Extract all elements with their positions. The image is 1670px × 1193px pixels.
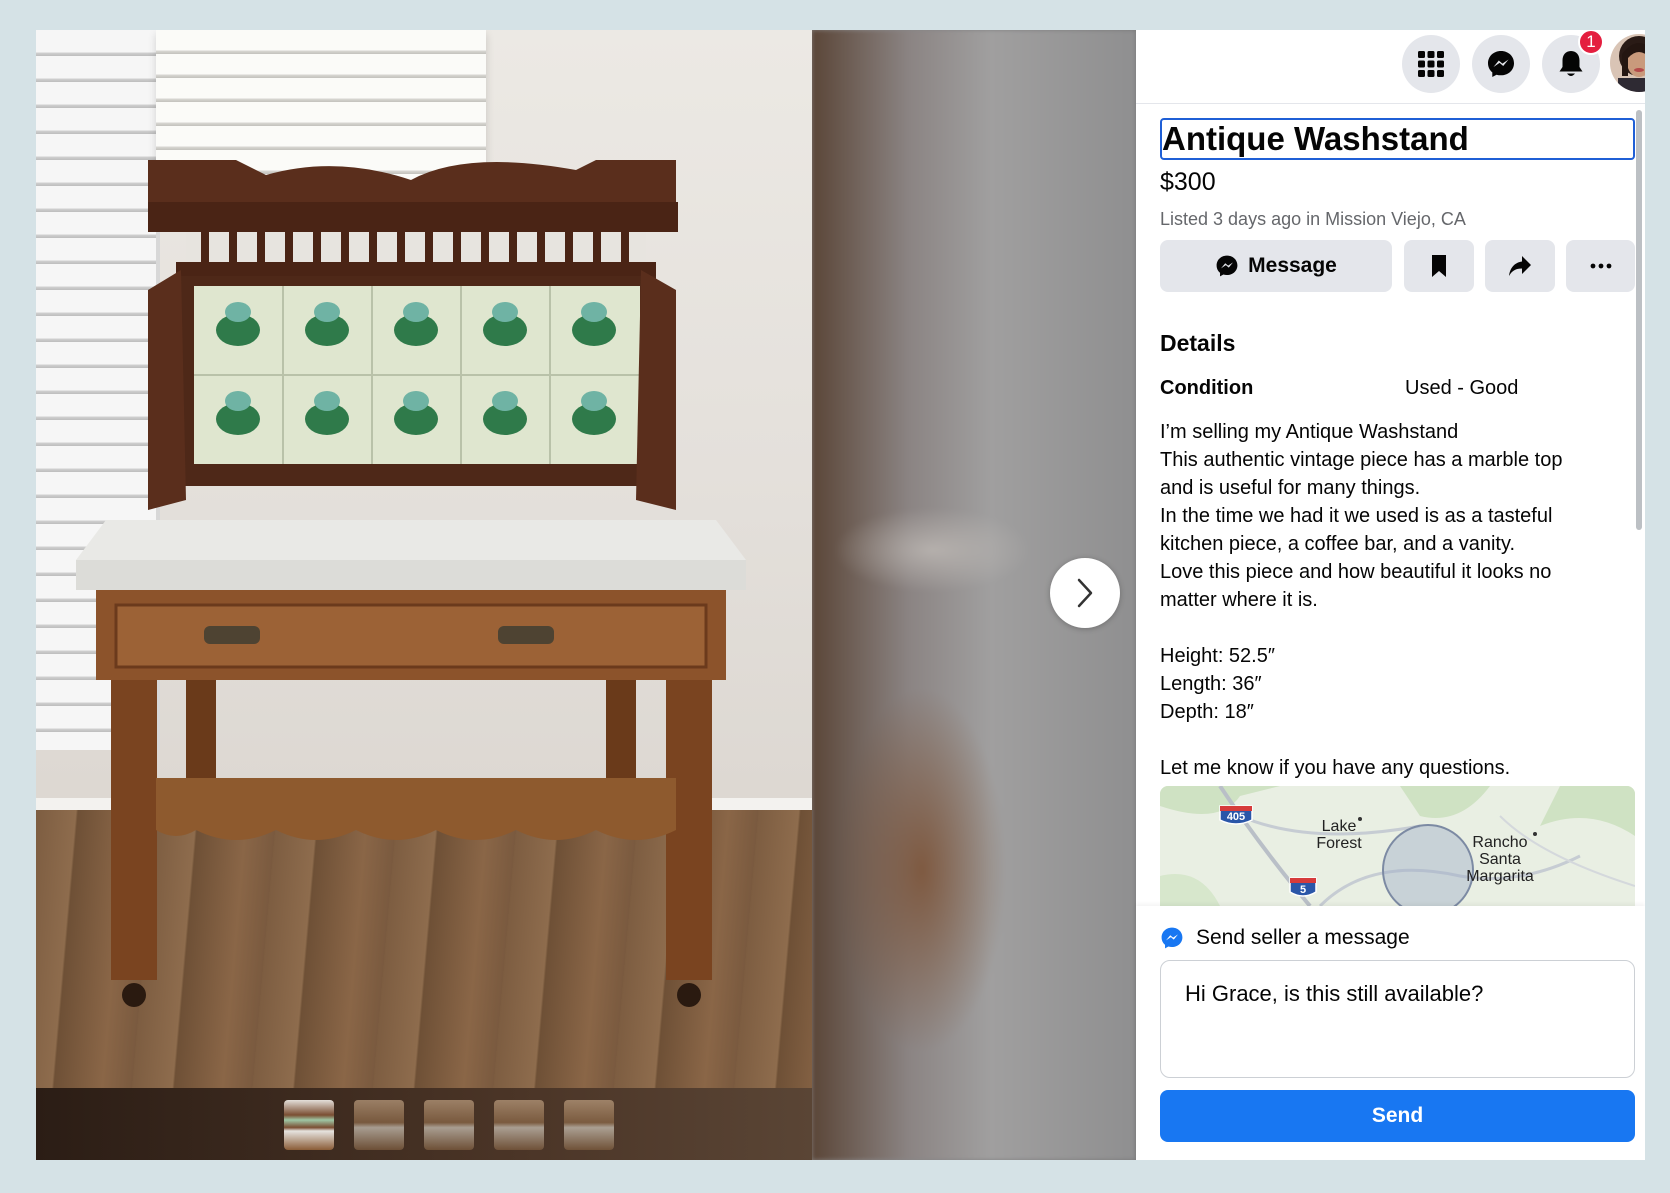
bell-icon [1559,51,1583,76]
more-options-button[interactable] [1566,240,1635,292]
description-line [1160,614,1630,642]
messenger-button[interactable] [1472,35,1530,93]
send-button[interactable]: Send [1160,1090,1635,1142]
message-button-label: Message [1248,254,1337,277]
listing-photo [36,30,812,1088]
send-seller-heading: Send seller a message [1196,926,1410,949]
description-line: and is useful for many things. [1160,477,1421,499]
condition-value: Used - Good [1405,377,1519,399]
notifications-button[interactable]: 1 [1542,30,1604,93]
panel-scrollbar[interactable] [1636,110,1642,530]
listing-title: Antique Washstand [1160,118,1635,160]
messenger-icon [1488,51,1514,77]
description-line [1160,726,1630,754]
listing-details-panel: 1 Antique Washstand $300 Listed 3 days a… [1136,30,1645,1160]
save-button[interactable] [1404,240,1474,292]
description-line: Depth: 18″ [1160,701,1254,723]
next-photo-button[interactable] [1050,558,1120,628]
more-icon [1590,263,1611,269]
description-line: Height: 52.5″ [1160,645,1275,667]
listing-actions: Message [1160,240,1635,292]
description-line: Love this piece and how beautiful it loo… [1160,561,1552,583]
grid-menu-icon [1418,51,1444,77]
washstand-illustration [76,160,746,1007]
message-button[interactable]: Message [1160,240,1392,292]
menu-button[interactable] [1402,35,1460,93]
listing-price: $300 [1160,168,1216,196]
description-line: In the time we had it we used is as a ta… [1160,505,1553,527]
description-line: matter where it is. [1160,589,1318,611]
chevron-right-icon [1077,578,1093,608]
bookmark-icon [1432,255,1446,277]
share-button[interactable] [1485,240,1555,292]
description-line: I’m selling my Antique Washstand [1160,421,1459,443]
description-line: Length: 36″ [1160,673,1262,695]
thumbnail-2[interactable] [354,1100,404,1150]
svg-text:405: 405 [1227,811,1245,823]
marketplace-listing-view: 1 Antique Washstand $300 Listed 3 days a… [36,30,1645,1160]
details-heading: Details [1160,330,1236,356]
thumbnail-1[interactable] [284,1100,334,1150]
thumbnail-strip [36,1088,812,1160]
top-navigation: 1 [1136,30,1645,104]
listing-meta[interactable]: Listed 3 days ago in Mission Viejo, CA [1160,209,1466,230]
description-line: This authentic vintage piece has a marbl… [1160,449,1563,471]
thumbnail-5[interactable] [564,1100,614,1150]
messenger-icon [1161,927,1183,949]
highway-shield-405: 405 [1219,805,1253,825]
notification-badge: 1 [1578,30,1604,55]
profile-photo [1610,34,1645,92]
share-icon [1509,256,1531,276]
map-graphic: 405 5 [1160,786,1635,906]
description-line: kitchen piece, a coffee bar, and a vanit… [1160,533,1516,555]
map-label-rancho-santa-margarita: Rancho Santa Margarita [1466,834,1534,885]
map-label-lake-forest: Lake Forest [1316,818,1362,852]
condition-label: Condition [1160,377,1254,399]
thumbnail-3[interactable] [424,1100,474,1150]
messenger-icon [1216,255,1238,277]
listing-description: I’m selling my Antique Washstand This au… [1160,418,1630,782]
description-line: Let me know if you have any questions. [1160,757,1511,779]
photo-viewer [36,30,1136,1160]
avatar[interactable] [1610,34,1645,92]
highway-shield-5: 5 [1289,877,1317,897]
thumbnail-4[interactable] [494,1100,544,1150]
svg-text:5: 5 [1300,884,1306,896]
location-map[interactable]: 405 5 Lake Forest Rancho Santa Margarita [1160,786,1635,906]
send-message-section: Send seller a message Hi Grace, is this … [1136,906,1645,1160]
message-input[interactable]: Hi Grace, is this still available? [1160,960,1635,1078]
